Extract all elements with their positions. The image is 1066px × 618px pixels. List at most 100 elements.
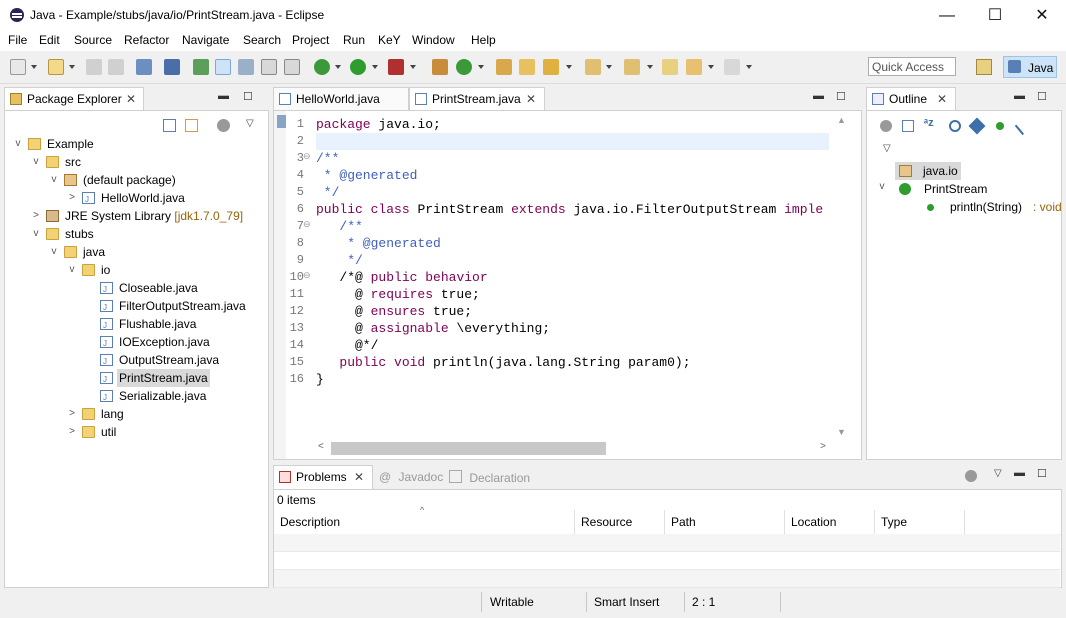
tab-problems[interactable]: Problems ✕	[273, 465, 373, 489]
column-header-resource[interactable]: Resource	[575, 510, 665, 534]
dropdown-arrow-icon[interactable]	[31, 65, 37, 69]
tab-outline[interactable]: Outline ✕	[866, 87, 956, 111]
open-type-icon[interactable]	[496, 59, 512, 75]
code-line[interactable]: public void println(java.lang.String par…	[316, 354, 690, 371]
save-all-icon[interactable]	[108, 59, 124, 75]
collapse-all-icon[interactable]	[163, 119, 176, 132]
code-line[interactable]: @ assignable \everything;	[316, 320, 550, 337]
tab-javadoc[interactable]: @ Javadoc	[379, 470, 443, 484]
quick-access-input[interactable]: Quick Access	[868, 57, 956, 76]
menu-project[interactable]: Project	[292, 33, 329, 47]
code-line[interactable]: }	[316, 371, 324, 388]
code-line[interactable]: /*@ public behavior	[316, 269, 487, 286]
close-icon[interactable]: ✕	[526, 88, 536, 110]
dropdown-arrow-icon[interactable]	[372, 65, 378, 69]
minimize-icon[interactable]: ▬	[813, 90, 824, 102]
dropdown-arrow-icon[interactable]	[478, 65, 484, 69]
back-icon[interactable]	[686, 59, 702, 75]
maximize-button[interactable]: ☐	[972, 0, 1018, 31]
new-java-package-icon[interactable]	[432, 59, 448, 75]
tree-item[interactable]: v src	[5, 153, 266, 171]
menu-file[interactable]: File	[8, 33, 27, 47]
java-perspective-button[interactable]: Java	[1003, 56, 1057, 78]
hide-local-types-icon[interactable]	[996, 122, 1004, 130]
minimize-icon[interactable]: ▬	[218, 90, 229, 102]
tab-declaration[interactable]: Declaration	[449, 470, 530, 485]
menu-source[interactable]: Source	[74, 33, 112, 47]
next-annotation-icon[interactable]	[585, 59, 601, 75]
menu-navigate[interactable]: Navigate	[182, 33, 229, 47]
scroll-left-icon[interactable]: <	[318, 441, 324, 452]
new-class-icon[interactable]	[456, 59, 472, 75]
menu-key[interactable]: KeY	[378, 33, 401, 47]
chevron-down-icon[interactable]: v	[13, 135, 23, 153]
close-icon[interactable]: ✕	[354, 466, 364, 488]
minimize-button[interactable]: —	[924, 0, 970, 31]
tab-printstream[interactable]: PrintStream.java ✕	[409, 87, 545, 111]
tree-item[interactable]: > JRE System Library [jdk1.7.0_79]	[5, 207, 266, 225]
search-icon[interactable]	[543, 59, 559, 75]
filter-icon[interactable]	[965, 470, 977, 482]
new-icon[interactable]	[10, 59, 26, 75]
code-line[interactable]: * @generated	[316, 167, 418, 184]
menu-run[interactable]: Run	[343, 33, 365, 47]
filter-icon[interactable]	[217, 119, 230, 132]
chevron-down-icon[interactable]: v	[49, 243, 59, 261]
scroll-up-icon[interactable]: ▲	[837, 115, 846, 125]
tree-item[interactable]: v stubs	[5, 225, 266, 243]
scroll-right-icon[interactable]: >	[820, 441, 826, 452]
proof-icon[interactable]	[193, 59, 209, 75]
menu-search[interactable]: Search	[243, 33, 281, 47]
code-line[interactable]: /**	[316, 150, 339, 167]
code-line[interactable]: /**	[316, 218, 362, 235]
tree-item[interactable]: v java	[5, 243, 266, 261]
code-area[interactable]: 1 package java.io; 2 3 ⊖/** 4 * @generated 5 *…	[286, 116, 829, 442]
highlight-icon[interactable]	[238, 59, 254, 75]
tree-item[interactable]: > HelloWorld.java	[5, 189, 266, 209]
tree-item[interactable]: v Example	[5, 135, 266, 153]
maximize-icon[interactable]: ☐	[243, 90, 253, 103]
open-folder-icon[interactable]	[519, 59, 535, 75]
view-menu-icon[interactable]: ▽	[994, 468, 1002, 479]
key-verify-icon[interactable]	[136, 59, 152, 75]
save-icon[interactable]	[86, 59, 102, 75]
forward-icon[interactable]	[724, 59, 740, 75]
tree-item[interactable]: Flushable.java	[5, 315, 266, 335]
tree-item[interactable]: IOException.java	[5, 333, 266, 353]
fold-collapse-icon[interactable]: ⊖	[303, 219, 311, 230]
code-line[interactable]: */	[316, 184, 340, 201]
dropdown-arrow-icon[interactable]	[410, 65, 416, 69]
run-icon[interactable]	[350, 59, 366, 75]
chevron-right-icon[interactable]: >	[31, 207, 41, 225]
maximize-icon[interactable]: ☐	[1037, 90, 1047, 103]
maximize-icon[interactable]: ☐	[836, 90, 846, 103]
dropdown-arrow-icon[interactable]	[746, 65, 752, 69]
link-icon[interactable]	[164, 59, 180, 75]
tree-item[interactable]: FilterOutputStream.java	[5, 297, 266, 317]
tab-helloworld[interactable]: HelloWorld.java	[273, 87, 409, 111]
tree-item[interactable]: Serializable.java	[5, 387, 266, 407]
tree-item[interactable]: PrintStream.java	[5, 369, 266, 389]
tree-item[interactable]: Closeable.java	[5, 279, 266, 299]
dropdown-arrow-icon[interactable]	[606, 65, 612, 69]
close-icon[interactable]: ✕	[937, 88, 947, 110]
code-line[interactable]: @ ensures true;	[316, 303, 472, 320]
sort-icon[interactable]: ᵃz	[924, 117, 934, 129]
code-line[interactable]: public class PrintStream extends java.io…	[316, 201, 823, 218]
horizontal-scrollbar-thumb[interactable]	[331, 442, 606, 455]
chevron-right-icon[interactable]: >	[67, 189, 77, 207]
block-selection-icon[interactable]	[261, 59, 277, 75]
menu-edit[interactable]: Edit	[39, 33, 60, 47]
chevron-down-icon[interactable]: v	[877, 181, 887, 192]
previous-annotation-icon[interactable]	[624, 59, 640, 75]
tree-item[interactable]: > lang	[5, 405, 266, 423]
dropdown-arrow-icon[interactable]	[566, 65, 572, 69]
tree-item[interactable]: v io	[5, 261, 266, 279]
code-line[interactable]: @ requires true;	[316, 286, 480, 303]
close-icon[interactable]: ✕	[126, 88, 136, 110]
chevron-down-icon[interactable]: v	[31, 225, 41, 243]
scroll-down-icon[interactable]: ▼	[837, 427, 846, 437]
close-button[interactable]: ✕	[1019, 0, 1065, 31]
menu-help[interactable]: Help	[471, 33, 496, 47]
code-line[interactable]: */	[316, 252, 363, 269]
